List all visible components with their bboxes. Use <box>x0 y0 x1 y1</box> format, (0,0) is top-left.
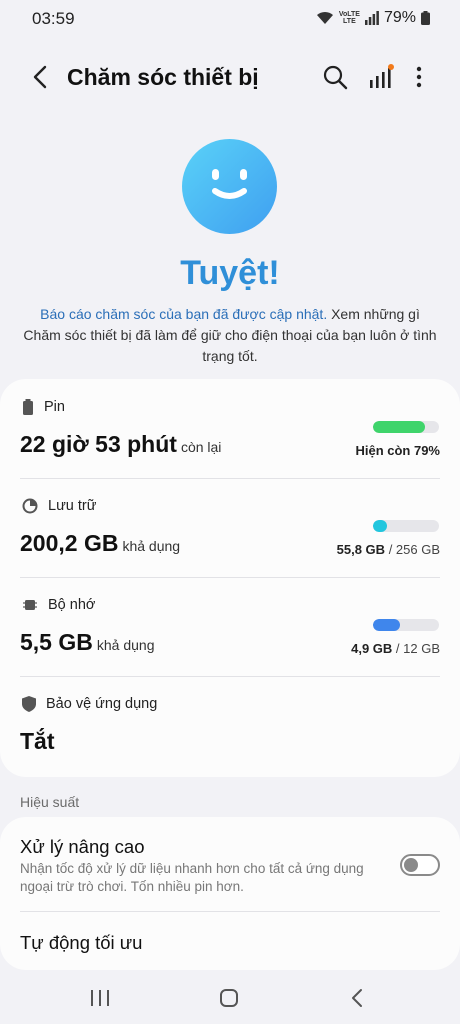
memory-available: 5,5 GB khả dụng <box>20 629 155 655</box>
signal-icon <box>364 11 379 25</box>
divider <box>20 911 440 912</box>
performance-card: Xử lý nâng cao Nhận tốc độ xử lý dữ liệu… <box>0 817 460 970</box>
storage-row[interactable]: Lưu trữ 200,2 GB khả dụng 55,8 GB / 256 G… <box>0 478 460 578</box>
memory-progress-bar <box>373 619 439 631</box>
battery-remaining: 22 giờ 53 phút còn lại <box>20 431 222 457</box>
advanced-processing-title: Xử lý nâng cao <box>20 836 145 857</box>
app-protection-row[interactable]: Bảo vệ ứng dụng Tắt <box>0 676 460 776</box>
status-headline: Tuyệt! <box>180 254 280 292</box>
shield-icon <box>22 696 36 712</box>
app-protection-label: Bảo vệ ứng dụng <box>46 696 158 712</box>
battery-row[interactable]: Pin 22 giờ 53 phút còn lại Hiện còn 79% <box>0 379 460 479</box>
memory-row[interactable]: Bộ nhớ 5,5 GB khả dụng 4,9 GB / 12 GB <box>0 577 460 677</box>
back-arrow-icon[interactable] <box>26 62 56 92</box>
smiley-face-icon <box>182 139 277 234</box>
app-protection-status: Tắt <box>20 728 55 754</box>
memory-usage: 4,9 GB / 12 GB <box>351 641 440 656</box>
status-bar: 03:59 VoLTE LTE 79% <box>0 0 460 38</box>
more-options-icon[interactable] <box>406 62 432 92</box>
battery-fill <box>373 421 426 433</box>
storage-progress-bar <box>373 520 439 532</box>
battery-progress-bar <box>373 421 439 433</box>
status-icons: VoLTE LTE 79% <box>316 9 430 27</box>
storage-fill <box>373 520 388 532</box>
toggle-knob <box>404 858 418 872</box>
advanced-processing-desc: Nhận tốc độ xử lý dữ liệu nhanh hơn cho … <box>20 861 364 894</box>
report-description: Báo cáo chăm sóc của bạn đã được cập nhậ… <box>20 304 440 367</box>
search-icon[interactable] <box>320 62 350 92</box>
report-link[interactable]: Báo cáo chăm sóc của bạn đã được cập nhậ… <box>40 306 327 322</box>
section-title-performance: Hiệu suất <box>20 794 80 810</box>
battery-status: Hiện còn 79% <box>355 443 440 458</box>
page-title: Chăm sóc thiết bị <box>67 64 259 90</box>
recent-apps-icon[interactable] <box>87 986 113 1010</box>
device-status-card: Pin 22 giờ 53 phút còn lại Hiện còn 79% L… <box>0 379 460 777</box>
navigation-bar <box>0 972 460 1024</box>
auto-optimize-title[interactable]: Tự động tối ưu <box>20 932 142 954</box>
back-nav-icon[interactable] <box>345 986 371 1010</box>
storage-label: Lưu trữ <box>48 498 97 514</box>
volte-label: VoLTE LTE <box>338 11 360 25</box>
memory-fill <box>373 619 401 631</box>
app-bar: Chăm sóc thiết bị <box>0 52 460 102</box>
statistics-icon[interactable] <box>366 62 396 92</box>
wifi-icon <box>316 11 333 24</box>
storage-available: 200,2 GB khả dụng <box>20 530 181 556</box>
storage-pie-icon <box>22 498 38 514</box>
home-icon[interactable] <box>216 986 242 1010</box>
battery-icon <box>23 399 33 415</box>
battery-icon <box>421 11 430 25</box>
advanced-processing-toggle[interactable] <box>400 854 440 876</box>
battery-percent: 79% <box>383 9 416 26</box>
status-time: 03:59 <box>32 9 75 28</box>
memory-chip-icon <box>23 600 37 610</box>
storage-usage: 55,8 GB / 256 GB <box>336 542 440 557</box>
memory-label: Bộ nhớ <box>48 597 96 613</box>
battery-label: Pin <box>44 399 65 415</box>
